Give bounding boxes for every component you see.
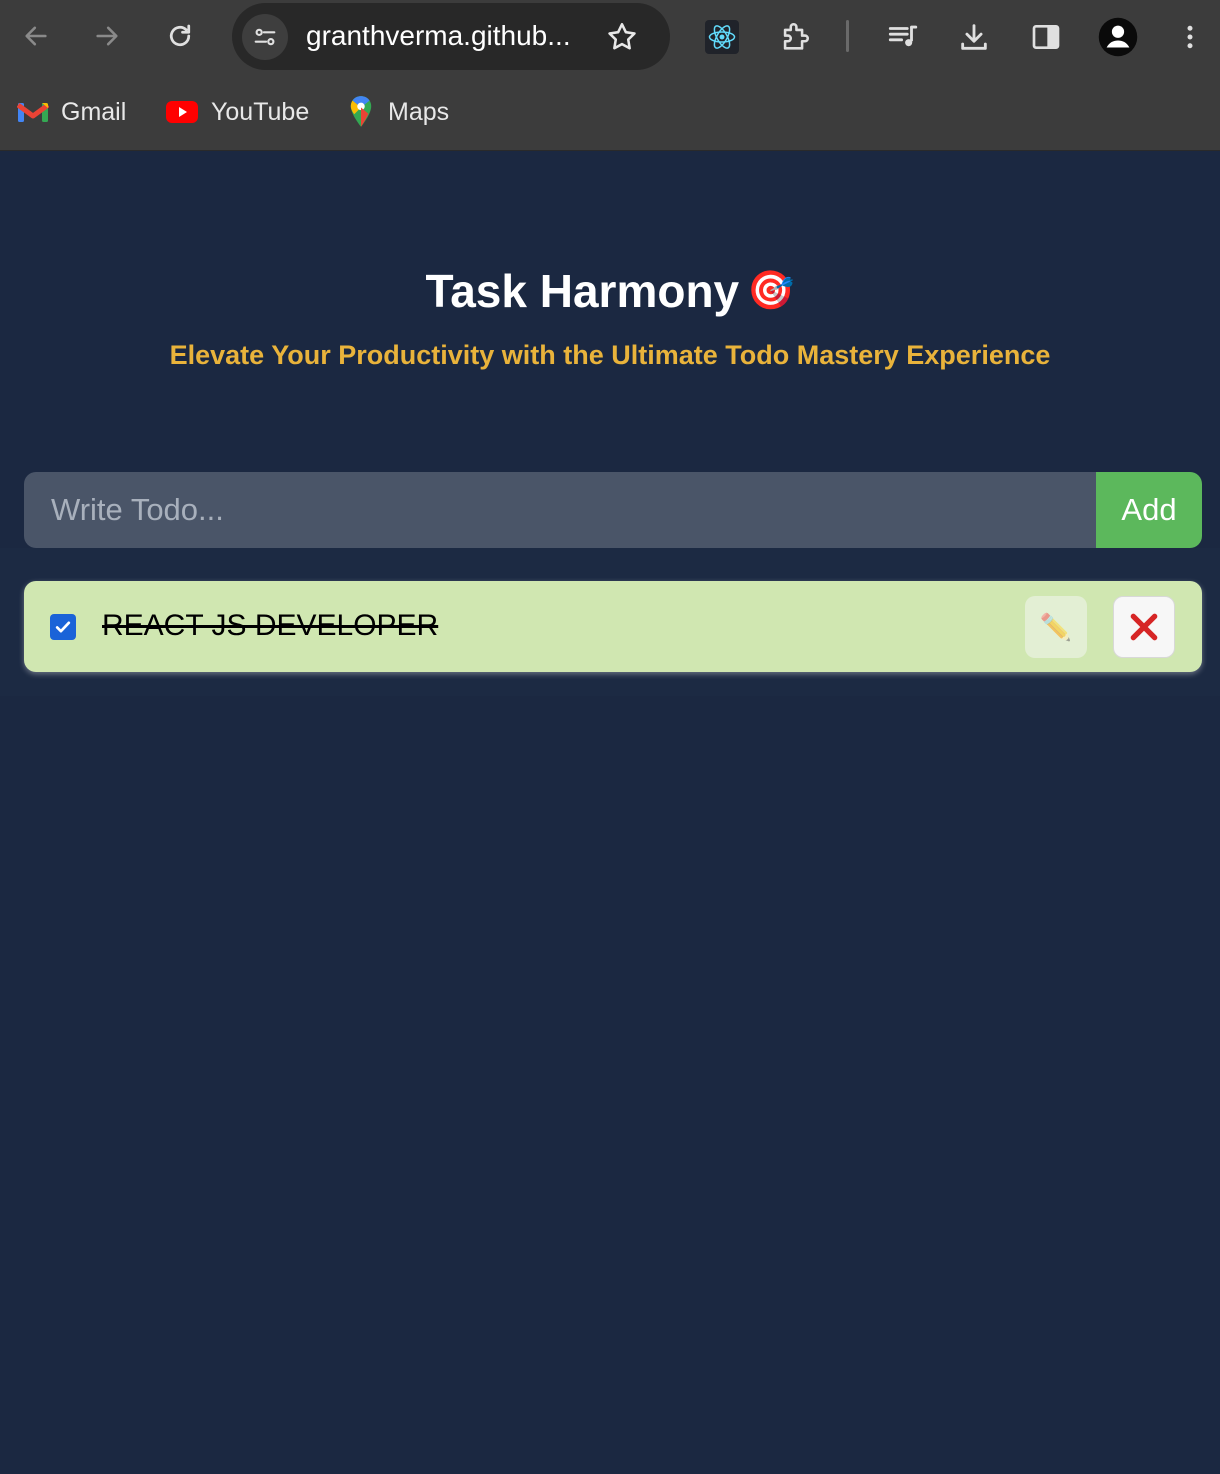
media-controls-button[interactable] bbox=[880, 14, 926, 60]
bookmark-label: YouTube bbox=[211, 97, 310, 126]
bookmark-maps[interactable]: Maps bbox=[346, 94, 449, 130]
bookmark-youtube[interactable]: YouTube bbox=[165, 94, 309, 130]
playlist-music-icon bbox=[888, 25, 918, 47]
dart-target-icon: 🎯 bbox=[747, 270, 795, 312]
bookmarks-bar: Gmail YouTube Maps bbox=[0, 76, 1220, 151]
reload-icon bbox=[169, 24, 191, 47]
arrow-right-icon bbox=[96, 26, 118, 46]
todo-input[interactable] bbox=[24, 472, 1096, 548]
downloads-button[interactable] bbox=[951, 14, 997, 60]
react-devtools-extension[interactable] bbox=[699, 14, 745, 60]
bookmark-label: Gmail bbox=[61, 97, 127, 126]
download-icon bbox=[961, 24, 987, 50]
react-icon bbox=[705, 20, 739, 54]
youtube-icon bbox=[166, 101, 198, 123]
page-title: Task Harmony 🎯 bbox=[0, 264, 1220, 318]
profile-button[interactable] bbox=[1095, 14, 1141, 60]
bookmark-star-button[interactable] bbox=[602, 17, 642, 57]
address-bar[interactable]: granthverma.github... bbox=[232, 3, 670, 70]
site-info-button[interactable] bbox=[242, 14, 288, 60]
tune-icon bbox=[254, 28, 276, 46]
close-icon bbox=[1130, 613, 1158, 641]
page-subtitle: Elevate Your Productivity with the Ultim… bbox=[169, 340, 1051, 370]
toolbar-separator bbox=[846, 20, 849, 52]
todo-form: Add bbox=[24, 472, 1202, 548]
title-text: Task Harmony bbox=[425, 265, 740, 317]
pencil-icon: ✏️ bbox=[1039, 611, 1073, 642]
side-panel-icon bbox=[1032, 25, 1060, 49]
star-icon bbox=[608, 22, 636, 50]
todo-checkbox[interactable] bbox=[50, 614, 76, 640]
check-icon bbox=[55, 621, 71, 633]
todo-text[interactable]: REACT JS DEVELOPER bbox=[102, 609, 438, 643]
arrow-left-icon bbox=[25, 26, 47, 46]
forward-button[interactable] bbox=[85, 14, 129, 58]
puzzle-icon bbox=[783, 23, 809, 50]
reload-button[interactable] bbox=[158, 14, 202, 58]
add-button[interactable]: Add bbox=[1096, 472, 1202, 548]
extensions-button[interactable] bbox=[772, 14, 818, 60]
url-text[interactable]: granthverma.github... bbox=[306, 20, 571, 52]
more-vert-icon bbox=[1187, 25, 1193, 49]
todo-item: REACT JS DEVELOPER ✏️ bbox=[24, 581, 1202, 672]
edit-button[interactable]: ✏️ bbox=[1025, 596, 1087, 658]
bookmark-gmail[interactable]: Gmail bbox=[17, 94, 126, 130]
maps-icon bbox=[350, 96, 372, 127]
browser-toolbar: granthverma.github... bbox=[0, 0, 1220, 76]
back-button[interactable] bbox=[14, 14, 58, 58]
menu-button[interactable] bbox=[1167, 14, 1213, 60]
avatar-icon bbox=[1098, 17, 1138, 57]
page-content: Task Harmony 🎯 Elevate Your Productivity… bbox=[0, 152, 1220, 1474]
delete-button[interactable] bbox=[1113, 596, 1175, 658]
gmail-icon bbox=[17, 102, 49, 122]
bookmark-label: Maps bbox=[388, 97, 450, 126]
side-panel-button[interactable] bbox=[1023, 14, 1069, 60]
